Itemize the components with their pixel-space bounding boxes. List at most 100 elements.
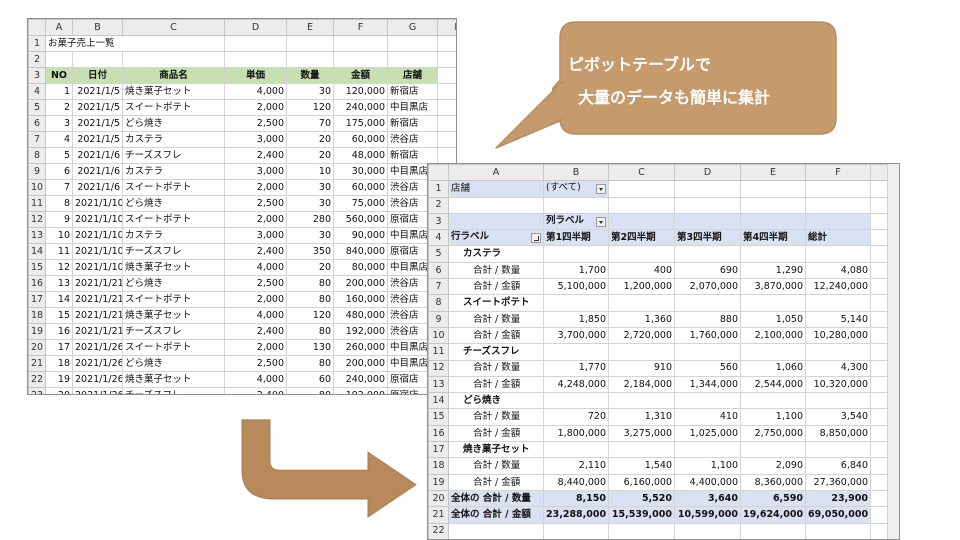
data-cell[interactable]: 30,000	[333, 163, 388, 180]
grand-total-amount-cell[interactable]: 10,599,000	[674, 506, 741, 524]
sum-amount-label[interactable]: 合計 / 金額	[448, 424, 544, 443]
sum-amount-label[interactable]: 合計 / 金額	[448, 473, 544, 491]
data-cell[interactable]: スイートポテト	[122, 339, 225, 356]
data-cell[interactable]: 60,000	[333, 179, 388, 196]
qty-value-cell[interactable]: 1,060	[740, 359, 806, 377]
grand-total-qty-cell[interactable]: 8,150	[543, 489, 609, 508]
row-header[interactable]: 13	[28, 227, 46, 244]
sheet-title-cell[interactable]: お菓子売上一覧	[45, 35, 225, 52]
data-cell[interactable]: 14	[45, 291, 73, 308]
data-cell[interactable]: 2021/1/6	[72, 179, 123, 196]
row-header[interactable]: 22	[428, 522, 449, 539]
row-header[interactable]: 6	[28, 115, 46, 132]
qty-value-cell[interactable]: 5,140	[805, 310, 871, 328]
data-cell[interactable]: 中目黒店	[387, 99, 438, 116]
column-filter-icon[interactable]	[596, 217, 606, 228]
data-cell[interactable]: 2021/1/5	[72, 115, 123, 132]
row-header[interactable]: 13	[428, 375, 449, 394]
row-header[interactable]: 12	[28, 211, 46, 228]
row-header[interactable]: 12	[428, 359, 449, 377]
data-cell[interactable]: 2,000	[224, 179, 287, 196]
item-name-cell[interactable]: チーズスフレ	[448, 343, 544, 361]
data-cell[interactable]: 80	[286, 275, 334, 292]
data-cell[interactable]: 2,000	[224, 291, 287, 308]
row-filter-icon[interactable]	[531, 233, 541, 244]
data-cell[interactable]: 20	[286, 131, 334, 148]
row-header[interactable]: 11	[28, 195, 46, 212]
data-cell[interactable]: 焼き菓子セット	[122, 259, 225, 276]
row-header[interactable]: 22	[28, 371, 46, 388]
data-cell[interactable]: 560,000	[333, 211, 388, 228]
row-header[interactable]: 4	[28, 83, 46, 100]
amount-value-cell[interactable]: 5,100,000	[543, 278, 609, 296]
row-header[interactable]: 19	[28, 323, 46, 340]
data-cell[interactable]: 2021/1/10	[72, 243, 123, 260]
data-cell[interactable]: スイートポテト	[122, 211, 225, 228]
row-header[interactable]: 20	[428, 489, 449, 508]
data-cell[interactable]: 80	[286, 291, 334, 308]
amount-value-cell[interactable]: 1,200,000	[608, 278, 675, 296]
row-header[interactable]: 1	[428, 180, 449, 198]
grand-total-qty-cell[interactable]: 23,900	[805, 489, 871, 508]
data-cell[interactable]: 2,000	[224, 339, 287, 356]
item-name-cell[interactable]: スイートポテト	[448, 294, 544, 312]
qty-value-cell[interactable]: 4,300	[805, 359, 871, 377]
data-cell[interactable]: 120	[286, 307, 334, 324]
header-cell[interactable]: NO	[45, 67, 73, 84]
data-cell[interactable]: チーズスフレ	[122, 387, 225, 394]
data-cell[interactable]: 新宿店	[387, 115, 438, 132]
data-cell[interactable]: 2021/1/26	[72, 355, 123, 372]
data-cell[interactable]: 2021/1/26	[72, 371, 123, 388]
row-header[interactable]: 11	[428, 343, 449, 361]
qty-value-cell[interactable]: 1,360	[608, 310, 675, 328]
row-header[interactable]: 5	[428, 245, 449, 263]
data-cell[interactable]: 48,000	[333, 147, 388, 164]
data-cell[interactable]: 4,000	[224, 83, 287, 100]
data-cell[interactable]: 120	[286, 99, 334, 116]
quarter-header[interactable]: 総計	[805, 229, 871, 247]
column-header[interactable]: C	[608, 164, 675, 182]
data-cell[interactable]: 2021/1/10	[72, 195, 123, 212]
grand-total-qty-cell[interactable]: 6,590	[740, 489, 806, 508]
data-cell[interactable]: 2021/1/5	[72, 131, 123, 148]
data-cell[interactable]: 30	[286, 195, 334, 212]
row-header[interactable]: 20	[28, 339, 46, 356]
quarter-header[interactable]: 第3四半期	[674, 229, 741, 247]
quarter-header[interactable]: 第2四半期	[608, 229, 675, 247]
data-cell[interactable]: どら焼き	[122, 195, 225, 212]
data-cell[interactable]: 260,000	[333, 339, 388, 356]
data-cell[interactable]: 渋谷店	[387, 131, 438, 148]
data-cell[interactable]: 焼き菓子セット	[122, 83, 225, 100]
qty-value-cell[interactable]: 560	[674, 359, 741, 377]
row-header[interactable]: 9	[428, 310, 449, 328]
row-header[interactable]: 19	[428, 473, 449, 491]
data-cell[interactable]: 480,000	[333, 307, 388, 324]
data-cell[interactable]: 2,400	[224, 243, 287, 260]
qty-value-cell[interactable]: 4,080	[805, 261, 871, 280]
data-cell[interactable]: 3,000	[224, 227, 287, 244]
data-cell[interactable]: 2,000	[224, 211, 287, 228]
data-cell[interactable]: 2	[45, 99, 73, 116]
data-cell[interactable]: 2021/1/10	[72, 227, 123, 244]
qty-value-cell[interactable]: 720	[543, 408, 609, 426]
data-cell[interactable]: 840,000	[333, 243, 388, 260]
data-cell[interactable]: 2,000	[224, 99, 287, 116]
grand-total-amount-label[interactable]: 全体の 合計 / 金額	[448, 506, 544, 524]
amount-value-cell[interactable]: 2,100,000	[740, 326, 806, 345]
data-cell[interactable]: 2,500	[224, 115, 287, 132]
data-cell[interactable]: 新宿店	[387, 83, 438, 100]
select-all-corner[interactable]	[28, 19, 46, 36]
amount-value-cell[interactable]: 1,760,000	[674, 326, 741, 345]
data-cell[interactable]: 3,000	[224, 131, 287, 148]
qty-value-cell[interactable]: 2,110	[543, 457, 609, 475]
data-cell[interactable]: 160,000	[333, 291, 388, 308]
data-cell[interactable]: 2021/1/10	[72, 211, 123, 228]
sum-amount-label[interactable]: 合計 / 金額	[448, 375, 544, 394]
data-cell[interactable]: 80	[286, 323, 334, 340]
column-header[interactable]: E	[286, 19, 334, 36]
row-header[interactable]: 1	[28, 35, 46, 52]
row-header[interactable]: 10	[28, 179, 46, 196]
data-cell[interactable]: スイートポテト	[122, 291, 225, 308]
data-cell[interactable]: チーズスフレ	[122, 147, 225, 164]
report-filter-value[interactable]: (すべて)	[543, 180, 609, 198]
